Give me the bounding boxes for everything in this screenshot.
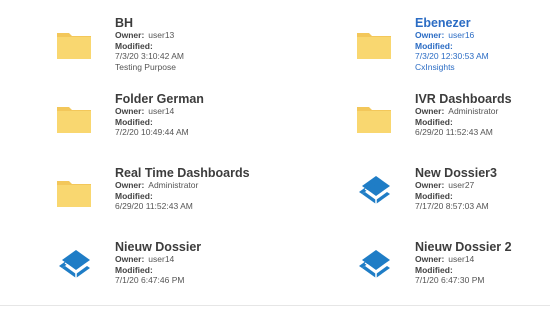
- modified-date: 6/29/20 11:52:43 AM: [415, 127, 493, 137]
- owner-label: Owner:: [115, 254, 145, 264]
- dossier-book-icon: [56, 246, 100, 282]
- modified-date: 7/2/20 10:49:44 AM: [115, 127, 189, 137]
- item-title[interactable]: IVR Dashboards: [415, 92, 512, 106]
- owner-value: user13: [148, 30, 175, 40]
- item-title[interactable]: Nieuw Dossier 2: [415, 240, 512, 254]
- item-description: Testing Purpose: [115, 61, 176, 72]
- modified-date: 7/17/20 8:57:03 AM: [415, 201, 489, 211]
- owner-value: Administrator: [148, 180, 199, 190]
- owner-label: Owner:: [415, 180, 445, 190]
- modified-label: Modified:: [115, 264, 153, 275]
- owner-value: Administrator: [448, 106, 499, 116]
- folder-icon: [356, 102, 400, 138]
- owner-label: Owner:: [415, 254, 445, 264]
- item-title[interactable]: New Dossier3: [415, 166, 497, 180]
- item-title[interactable]: Real Time Dashboards: [115, 166, 250, 180]
- modified-date: 7/3/20 3:10:42 AM: [115, 51, 184, 61]
- modified-label: Modified:: [415, 116, 453, 127]
- modified-date: 7/1/20 6:47:30 PM: [415, 275, 485, 285]
- owner-value: user14: [448, 254, 475, 264]
- item-title[interactable]: Ebenezer: [415, 16, 489, 30]
- owner-label: Owner:: [115, 30, 145, 40]
- modified-label: Modified:: [415, 190, 453, 201]
- owner-label: Owner:: [115, 180, 145, 190]
- owner-value: user16: [448, 30, 475, 40]
- modified-label: Modified:: [415, 40, 453, 51]
- folder-icon: [56, 176, 100, 212]
- item-title[interactable]: Nieuw Dossier: [115, 240, 201, 254]
- modified-date: 7/3/20 12:30:53 AM: [415, 51, 489, 61]
- owner-label: Owner:: [415, 30, 445, 40]
- modified-date: 7/1/20 6:47:46 PM: [115, 275, 185, 285]
- dossier-book-icon: [356, 172, 400, 208]
- modified-date: 6/29/20 11:52:43 AM: [115, 201, 193, 211]
- owner-label: Owner:: [115, 106, 145, 116]
- item-title[interactable]: BH: [115, 16, 184, 30]
- modified-label: Modified:: [115, 190, 153, 201]
- item-title[interactable]: Folder German: [115, 92, 204, 106]
- owner-value: user14: [148, 254, 175, 264]
- folder-icon: [56, 28, 100, 64]
- bottom-divider: [0, 305, 550, 306]
- modified-label: Modified:: [115, 40, 153, 51]
- owner-label: Owner:: [415, 106, 445, 116]
- item-description: CxInsights: [415, 61, 455, 72]
- owner-value: user27: [448, 180, 475, 190]
- dossier-book-icon: [356, 246, 400, 282]
- owner-value: user14: [148, 106, 175, 116]
- modified-label: Modified:: [415, 264, 453, 275]
- folder-icon: [56, 102, 100, 138]
- modified-label: Modified:: [115, 116, 153, 127]
- folder-icon: [356, 28, 400, 64]
